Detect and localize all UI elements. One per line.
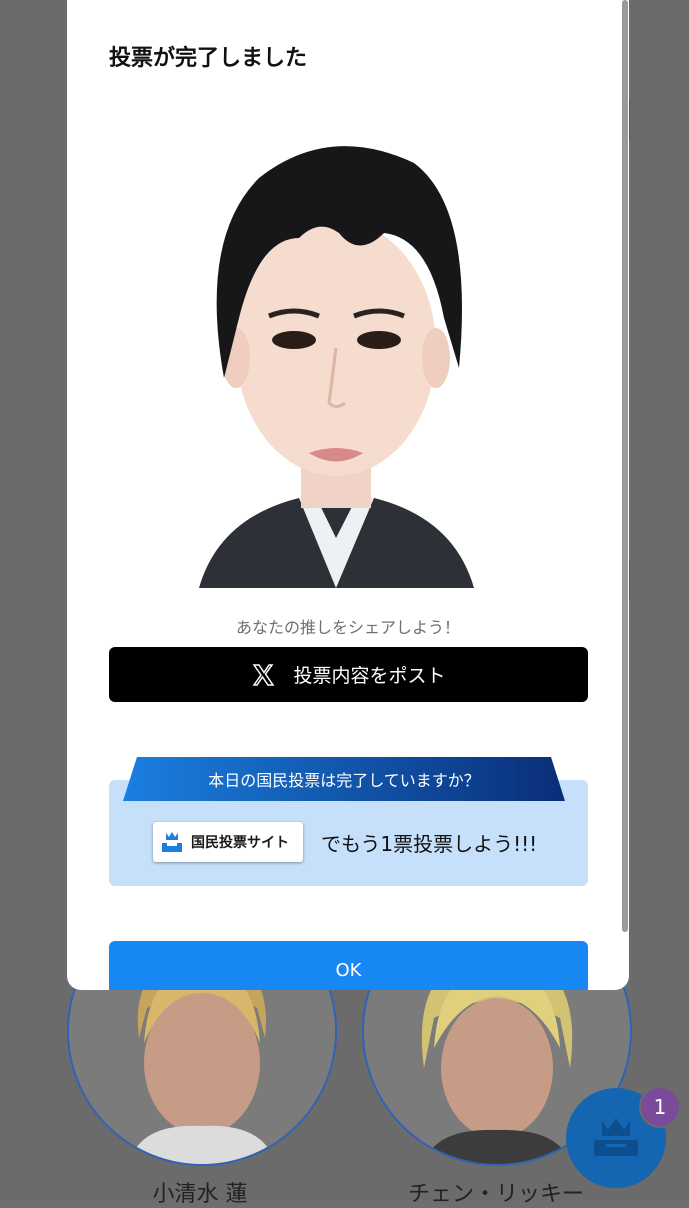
promo-question: 本日の国民投票は完了していますか？	[208, 771, 480, 790]
share-prompt: あなたの推しをシェアしよう！	[235, 618, 460, 637]
modal-title: 投票が完了しました	[109, 46, 308, 71]
post-to-x-button[interactable]: 投票内容をポスト	[109, 647, 588, 702]
x-logo-icon	[253, 663, 275, 686]
vote-complete-modal: 投票が完了しました あなたの推しをシェアしよう！ 投票内容をポスト 本日の国民投…	[67, 0, 629, 990]
modal-scrollbar[interactable]	[622, 0, 628, 932]
national-vote-site-link[interactable]: 国民投票サイト	[153, 822, 303, 862]
site-chip-label: 国民投票サイト	[191, 835, 289, 851]
crown-ballot-icon	[162, 832, 182, 852]
candidate-name-1: 小清水 蓮	[152, 1182, 248, 1207]
post-button-label: 投票内容をポスト	[293, 665, 446, 687]
promo-message: でもう1票投票しよう!!!	[321, 832, 538, 856]
crown-ballot-icon	[594, 1118, 638, 1156]
notification-badge: 1	[639, 1086, 681, 1128]
candidate-portrait	[129, 118, 544, 588]
ok-button[interactable]: OK	[109, 941, 588, 990]
